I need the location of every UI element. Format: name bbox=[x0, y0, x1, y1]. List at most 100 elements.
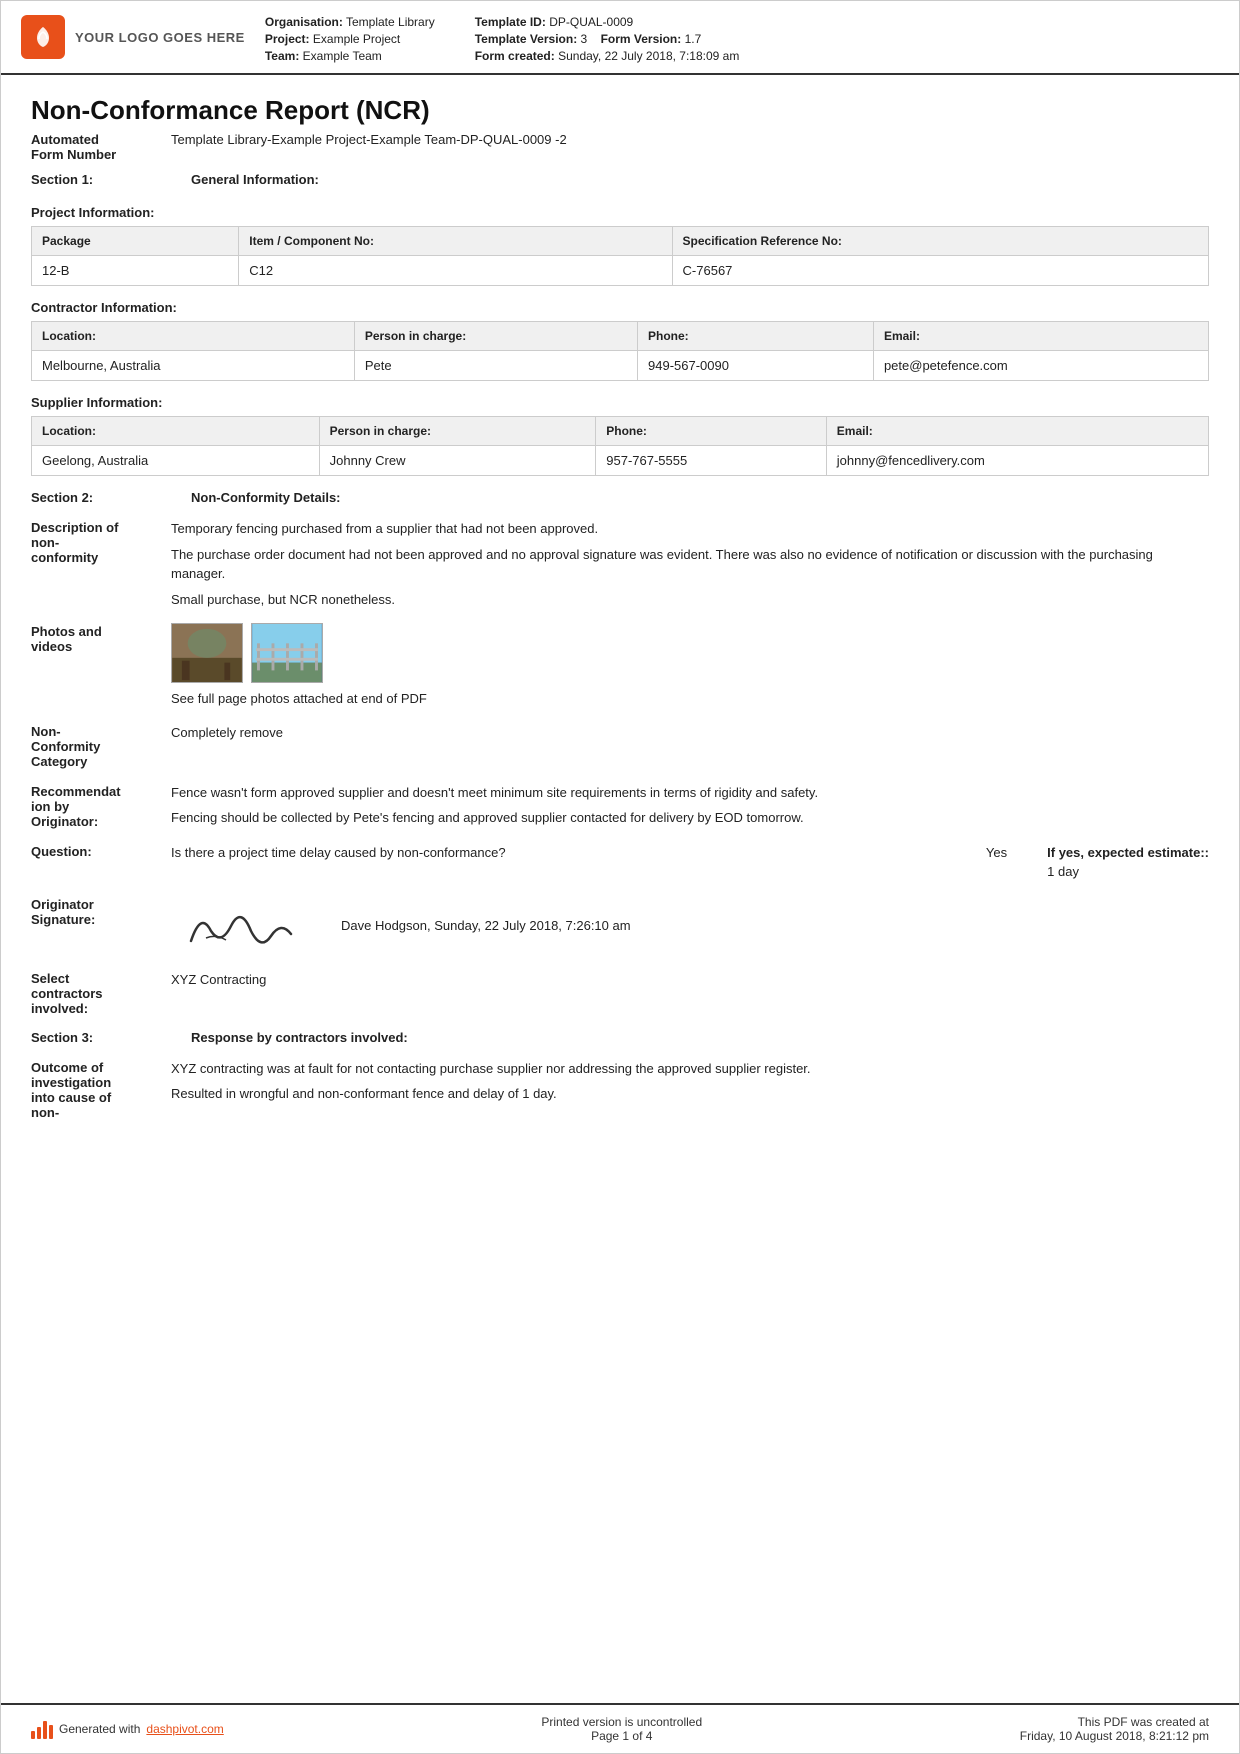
contractor-location-value: Melbourne, Australia bbox=[32, 351, 355, 381]
section2-value: Non-Conformity Details: bbox=[191, 490, 341, 505]
select-contractors-row: Selectcontractorsinvolved: XYZ Contracti… bbox=[31, 970, 1209, 1016]
contractor-col-phone: Phone: bbox=[638, 322, 874, 351]
footer-center-line1: Printed version is uncontrolled bbox=[541, 1715, 702, 1729]
photo-container bbox=[171, 623, 1209, 683]
originator-sig-row: OriginatorSignature: Dave Hodgson, Sunda… bbox=[31, 896, 1209, 956]
supplier-col-person: Person in charge: bbox=[319, 417, 596, 446]
section1-header: Section 1: General Information: bbox=[31, 172, 1209, 187]
template-id-line: Template ID: DP-QUAL-0009 bbox=[475, 15, 740, 29]
photos-row: Photos andvideos bbox=[31, 623, 1209, 709]
project-value: Example Project bbox=[313, 32, 400, 46]
question-label: Question: bbox=[31, 843, 171, 859]
recommendation-label: Recommendation byOriginator: bbox=[31, 783, 171, 829]
question-estimate-label: If yes, expected estimate:: bbox=[1047, 843, 1209, 863]
contractor-table-header-row: Location: Person in charge: Phone: Email… bbox=[32, 322, 1209, 351]
contractor-phone-value: 949-567-0090 bbox=[638, 351, 874, 381]
supplier-info-title: Supplier Information: bbox=[31, 395, 1209, 410]
description-p3: Small purchase, but NCR nonetheless. bbox=[171, 590, 1209, 610]
project-col-item: Item / Component No: bbox=[239, 227, 672, 256]
outcome-p2: Resulted in wrongful and non-conformant … bbox=[171, 1084, 1209, 1104]
template-version-value: 3 bbox=[581, 32, 588, 46]
section1-value: General Information: bbox=[191, 172, 319, 187]
nc-category-label: Non-ConformityCategory bbox=[31, 723, 171, 769]
originator-sig-value: Dave Hodgson, Sunday, 22 July 2018, 7:26… bbox=[171, 896, 1209, 956]
supplier-table-header-row: Location: Person in charge: Phone: Email… bbox=[32, 417, 1209, 446]
project-table-row: 12-B C12 C-76567 bbox=[32, 256, 1209, 286]
logo-area: YOUR LOGO GOES HERE bbox=[21, 11, 245, 63]
team-line: Team: Example Team bbox=[265, 49, 435, 63]
template-version-line: Template Version: 3 Form Version: 1.7 bbox=[475, 32, 740, 46]
page: YOUR LOGO GOES HERE Organisation: Templa… bbox=[0, 0, 1240, 1754]
description-p1: Temporary fencing purchased from a suppl… bbox=[171, 519, 1209, 539]
supplier-col-location: Location: bbox=[32, 417, 320, 446]
project-line: Project: Example Project bbox=[265, 32, 435, 46]
section2-label: Section 2: bbox=[31, 490, 171, 505]
recommendation-p1: Fence wasn't form approved supplier and … bbox=[171, 783, 1209, 803]
template-version-label: Template Version: bbox=[475, 32, 577, 46]
header-meta-right: Template ID: DP-QUAL-0009 Template Versi… bbox=[475, 15, 740, 63]
nc-category-row: Non-ConformityCategory Completely remove bbox=[31, 723, 1209, 769]
photo-thumb-2 bbox=[251, 623, 323, 683]
project-label: Project: bbox=[265, 32, 310, 46]
project-col-spec: Specification Reference No: bbox=[672, 227, 1208, 256]
footer-right-line1: This PDF was created at bbox=[1020, 1715, 1209, 1729]
section3-header: Section 3: Response by contractors invol… bbox=[31, 1030, 1209, 1045]
footer-bar-1 bbox=[31, 1731, 35, 1739]
photos-caption: See full page photos attached at end of … bbox=[171, 689, 1209, 709]
template-id-label: Template ID: bbox=[475, 15, 546, 29]
form-title: Non-Conformance Report (NCR) bbox=[31, 95, 1209, 126]
question-content: Is there a project time delay caused by … bbox=[171, 843, 1209, 882]
footer-generated-text: Generated with bbox=[59, 1722, 140, 1736]
section1-label: Section 1: bbox=[31, 172, 171, 187]
footer: Generated with dashpivot.com Printed ver… bbox=[1, 1703, 1239, 1753]
supplier-col-email: Email: bbox=[826, 417, 1208, 446]
form-version-label: Form Version: bbox=[601, 32, 682, 46]
description-row: Description ofnon-conformity Temporary f… bbox=[31, 519, 1209, 609]
org-line: Organisation: Template Library bbox=[265, 15, 435, 29]
photos-value: See full page photos attached at end of … bbox=[171, 623, 1209, 709]
form-number-row: AutomatedForm Number Template Library-Ex… bbox=[31, 132, 1209, 162]
footer-center-line2: Page 1 of 4 bbox=[541, 1729, 702, 1743]
project-table-header-row: Package Item / Component No: Specificati… bbox=[32, 227, 1209, 256]
header-meta-left: Organisation: Template Library Project: … bbox=[265, 15, 435, 63]
supplier-person-value: Johnny Crew bbox=[319, 446, 596, 476]
supplier-email-value: johnny@fencedlivery.com bbox=[826, 446, 1208, 476]
contractor-email-value: pete@petefence.com bbox=[873, 351, 1208, 381]
logo-text: YOUR LOGO GOES HERE bbox=[75, 30, 245, 45]
contractor-table-row: Melbourne, Australia Pete 949-567-0090 p… bbox=[32, 351, 1209, 381]
team-value: Example Team bbox=[303, 49, 382, 63]
description-label: Description ofnon-conformity bbox=[31, 519, 171, 565]
supplier-col-phone: Phone: bbox=[596, 417, 827, 446]
footer-link[interactable]: dashpivot.com bbox=[146, 1722, 223, 1736]
org-label: Organisation: bbox=[265, 15, 343, 29]
footer-logo: Generated with dashpivot.com bbox=[31, 1719, 224, 1739]
outcome-value: XYZ contracting was at fault for not con… bbox=[171, 1059, 1209, 1104]
footer-bar-3 bbox=[43, 1721, 47, 1739]
project-package-value: 12-B bbox=[32, 256, 239, 286]
main-content: Non-Conformance Report (NCR) AutomatedFo… bbox=[1, 75, 1239, 1703]
select-contractors-value: XYZ Contracting bbox=[171, 970, 1209, 990]
supplier-info-table: Location: Person in charge: Phone: Email… bbox=[31, 416, 1209, 476]
signature-area: Dave Hodgson, Sunday, 22 July 2018, 7:26… bbox=[171, 896, 1209, 956]
form-created-line: Form created: Sunday, 22 July 2018, 7:18… bbox=[475, 49, 740, 63]
contractor-col-email: Email: bbox=[873, 322, 1208, 351]
team-label: Team: bbox=[265, 49, 299, 63]
photo-thumb-1 bbox=[171, 623, 243, 683]
recommendation-p2: Fencing should be collected by Pete's fe… bbox=[171, 808, 1209, 828]
select-contractors-label: Selectcontractorsinvolved: bbox=[31, 970, 171, 1016]
photos-label: Photos andvideos bbox=[31, 623, 171, 654]
footer-bars-icon bbox=[31, 1719, 53, 1739]
question-answer: Yes bbox=[986, 843, 1007, 863]
footer-right: This PDF was created at Friday, 10 Augus… bbox=[1020, 1715, 1209, 1743]
supplier-location-value: Geelong, Australia bbox=[32, 446, 320, 476]
footer-bar-4 bbox=[49, 1725, 53, 1739]
form-number-label: AutomatedForm Number bbox=[31, 132, 171, 162]
project-col-package: Package bbox=[32, 227, 239, 256]
template-id-value: DP-QUAL-0009 bbox=[549, 15, 633, 29]
footer-center: Printed version is uncontrolled Page 1 o… bbox=[541, 1715, 702, 1743]
project-info-title: Project Information: bbox=[31, 205, 1209, 220]
form-version-value: 1.7 bbox=[685, 32, 702, 46]
question-estimate-value: 1 day bbox=[1047, 862, 1209, 882]
footer-right-line2: Friday, 10 August 2018, 8:21:12 pm bbox=[1020, 1729, 1209, 1743]
question-text: Is there a project time delay caused by … bbox=[171, 843, 946, 863]
